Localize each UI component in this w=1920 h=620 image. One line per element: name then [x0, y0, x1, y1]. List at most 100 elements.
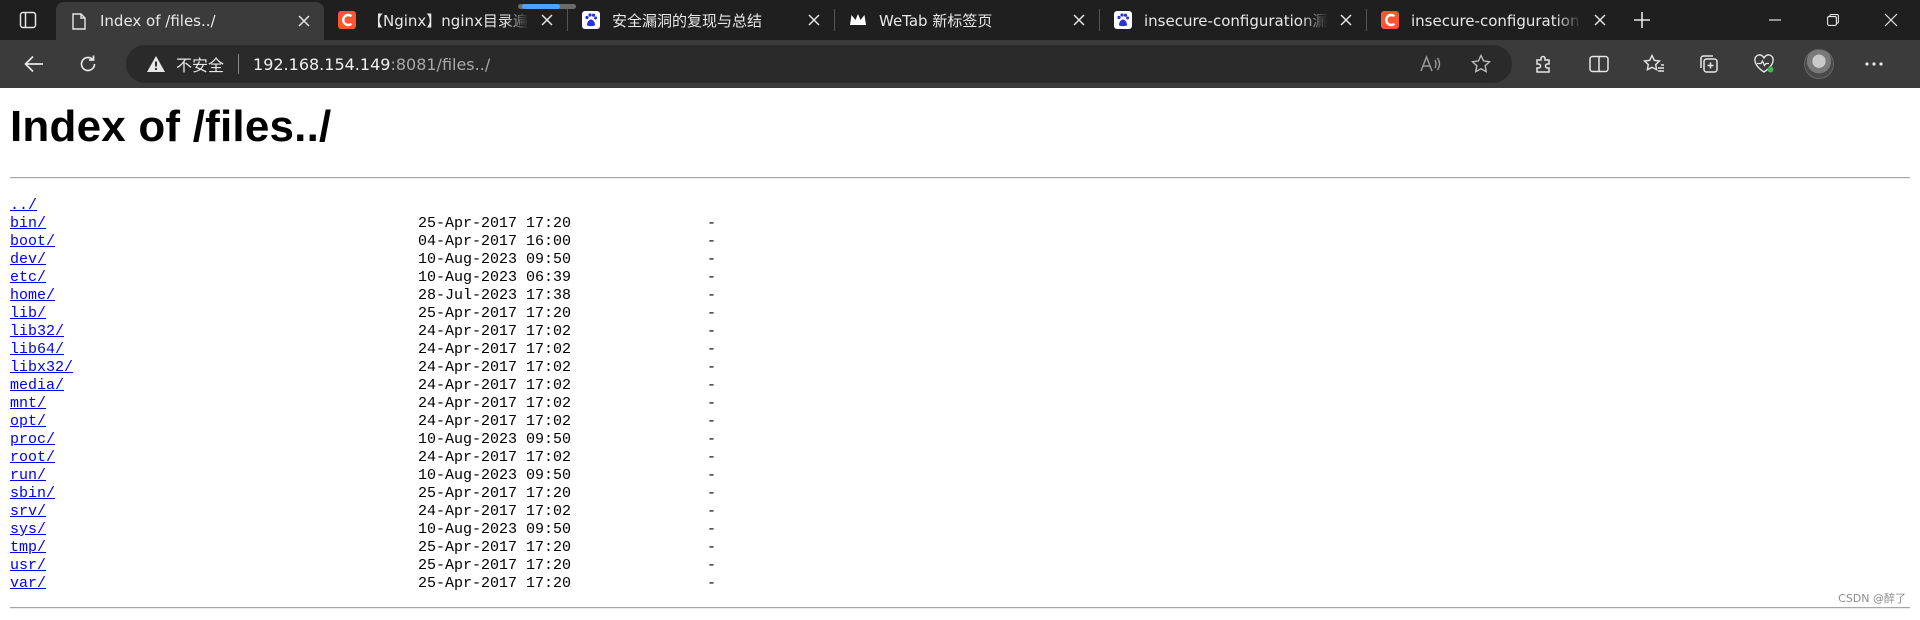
extensions-button[interactable]	[1516, 44, 1571, 84]
file-link[interactable]: srv/	[10, 503, 46, 520]
tab-vuln-summary[interactable]: 安全漏洞的复现与总结	[568, 0, 834, 40]
close-icon[interactable]	[1590, 10, 1610, 30]
file-link[interactable]: home/	[10, 287, 55, 304]
file-link[interactable]: var/	[10, 575, 46, 592]
site-info-button[interactable]: 不安全	[126, 52, 224, 76]
read-aloud-button[interactable]	[1406, 44, 1456, 84]
file-link[interactable]: media/	[10, 377, 64, 394]
tab-title: insecure-configuration漏洞	[1144, 11, 1328, 30]
list-item: tmp/25-Apr-2017 17:20 -	[10, 539, 716, 557]
file-link[interactable]: mnt/	[10, 395, 46, 412]
close-icon[interactable]	[804, 10, 824, 30]
close-icon[interactable]	[1069, 10, 1089, 30]
heart-pulse-icon	[1753, 54, 1774, 73]
file-link[interactable]: opt/	[10, 413, 46, 430]
file-size: -	[707, 503, 717, 520]
file-link[interactable]: bin/	[10, 215, 46, 232]
split-screen-icon	[1588, 55, 1609, 73]
split-screen-button[interactable]	[1571, 44, 1626, 84]
not-secure-label: 不安全	[176, 56, 225, 75]
file-link[interactable]: proc/	[10, 431, 55, 448]
list-item: opt/24-Apr-2017 17:02 -	[10, 413, 716, 431]
watermark: CSDN @醉了	[1838, 592, 1906, 605]
list-item: boot/04-Apr-2017 16:00 -	[10, 233, 716, 251]
modified-date: 25-Apr-2017 17:20	[418, 215, 572, 232]
file-link[interactable]: sbin/	[10, 485, 55, 502]
modified-date: 24-Apr-2017 17:02	[418, 323, 572, 340]
file-link[interactable]: root/	[10, 449, 55, 466]
refresh-button[interactable]	[66, 44, 110, 84]
modified-date: 24-Apr-2017 17:02	[418, 359, 572, 376]
file-link[interactable]: usr/	[10, 557, 46, 574]
list-item: bin/25-Apr-2017 17:20 -	[10, 215, 716, 233]
minimize-button[interactable]	[1746, 0, 1804, 40]
new-tab-button[interactable]	[1620, 0, 1664, 40]
file-link[interactable]: libx32/	[10, 359, 73, 376]
address-bar[interactable]: 不安全 192.168.154.149:8081/files../	[126, 45, 1512, 83]
list-item: etc/10-Aug-2023 06:39 -	[10, 269, 716, 287]
collections-icon	[1699, 55, 1718, 73]
add-favorite-button[interactable]	[1456, 44, 1506, 84]
tab-title: 【Nginx】nginx目录遍历漏洞	[368, 11, 529, 30]
tab-title: Index of /files../	[100, 12, 216, 30]
restore-icon	[1827, 14, 1839, 26]
list-item: srv/24-Apr-2017 17:02 -	[10, 503, 716, 521]
list-item: libx32/24-Apr-2017 17:02 -	[10, 359, 716, 377]
modified-date: 25-Apr-2017 17:20	[418, 557, 572, 574]
csdn-icon	[338, 11, 356, 29]
file-link[interactable]: boot/	[10, 233, 55, 250]
list-item: lib64/24-Apr-2017 17:02 -	[10, 341, 716, 359]
favorites-button[interactable]	[1626, 44, 1681, 84]
file-link[interactable]: ../	[10, 197, 37, 214]
tab-actions-button[interactable]	[0, 0, 56, 40]
close-icon[interactable]	[1336, 10, 1356, 30]
file-size: -	[707, 269, 717, 286]
file-size: -	[707, 575, 717, 592]
file-link[interactable]: dev/	[10, 251, 46, 268]
close-icon[interactable]	[537, 10, 557, 30]
file-size: -	[707, 539, 717, 556]
file-link[interactable]: lib64/	[10, 341, 64, 358]
file-link[interactable]: run/	[10, 467, 46, 484]
close-window-button[interactable]	[1862, 0, 1920, 40]
settings-menu-button[interactable]	[1846, 44, 1901, 84]
plus-icon	[1634, 12, 1650, 28]
tab-insecure-config-2[interactable]: insecure-configuration --复	[1367, 0, 1620, 40]
close-window-icon	[1884, 13, 1898, 27]
bottom-divider	[10, 607, 1910, 609]
list-item: proc/10-Aug-2023 09:50 -	[10, 431, 716, 449]
file-size: -	[707, 449, 717, 466]
restore-button[interactable]	[1804, 0, 1862, 40]
close-icon[interactable]	[294, 11, 314, 31]
baidu-paw-icon	[582, 11, 600, 29]
back-button[interactable]	[12, 44, 56, 84]
list-item: sbin/25-Apr-2017 17:20 -	[10, 485, 716, 503]
modified-date: 24-Apr-2017 17:02	[418, 377, 572, 394]
page-title: Index of /files../	[10, 102, 332, 151]
url-path: :8081/files../	[390, 54, 491, 74]
browser-essentials-button[interactable]	[1736, 44, 1791, 84]
tab-insecure-config-1[interactable]: insecure-configuration漏洞	[1100, 0, 1366, 40]
avatar	[1803, 49, 1834, 79]
page-content: Index of /files../ ../bin/25-Apr-2017 17…	[0, 88, 1920, 620]
baidu-paw-icon	[1114, 11, 1132, 29]
list-item: media/24-Apr-2017 17:02 -	[10, 377, 716, 395]
modified-date: 24-Apr-2017 17:02	[418, 503, 572, 520]
profile-button[interactable]	[1791, 44, 1846, 84]
list-item: usr/25-Apr-2017 17:20 -	[10, 557, 716, 575]
file-link[interactable]: lib/	[10, 305, 46, 322]
modified-date: 25-Apr-2017 17:20	[418, 575, 572, 592]
file-link[interactable]: sys/	[10, 521, 46, 538]
tab-wetab[interactable]: WeTab 新标签页	[835, 0, 1099, 40]
window-controls	[1746, 0, 1920, 40]
file-link[interactable]: lib32/	[10, 323, 64, 340]
refresh-icon	[80, 55, 96, 72]
file-size: -	[707, 431, 717, 448]
file-link[interactable]: etc/	[10, 269, 46, 286]
address-divider	[238, 54, 240, 74]
tab-active[interactable]: Index of /files../	[56, 2, 324, 40]
file-link[interactable]: tmp/	[10, 539, 46, 556]
file-size: -	[707, 287, 717, 304]
collections-button[interactable]	[1681, 44, 1736, 84]
modified-date: 24-Apr-2017 17:02	[418, 413, 572, 430]
